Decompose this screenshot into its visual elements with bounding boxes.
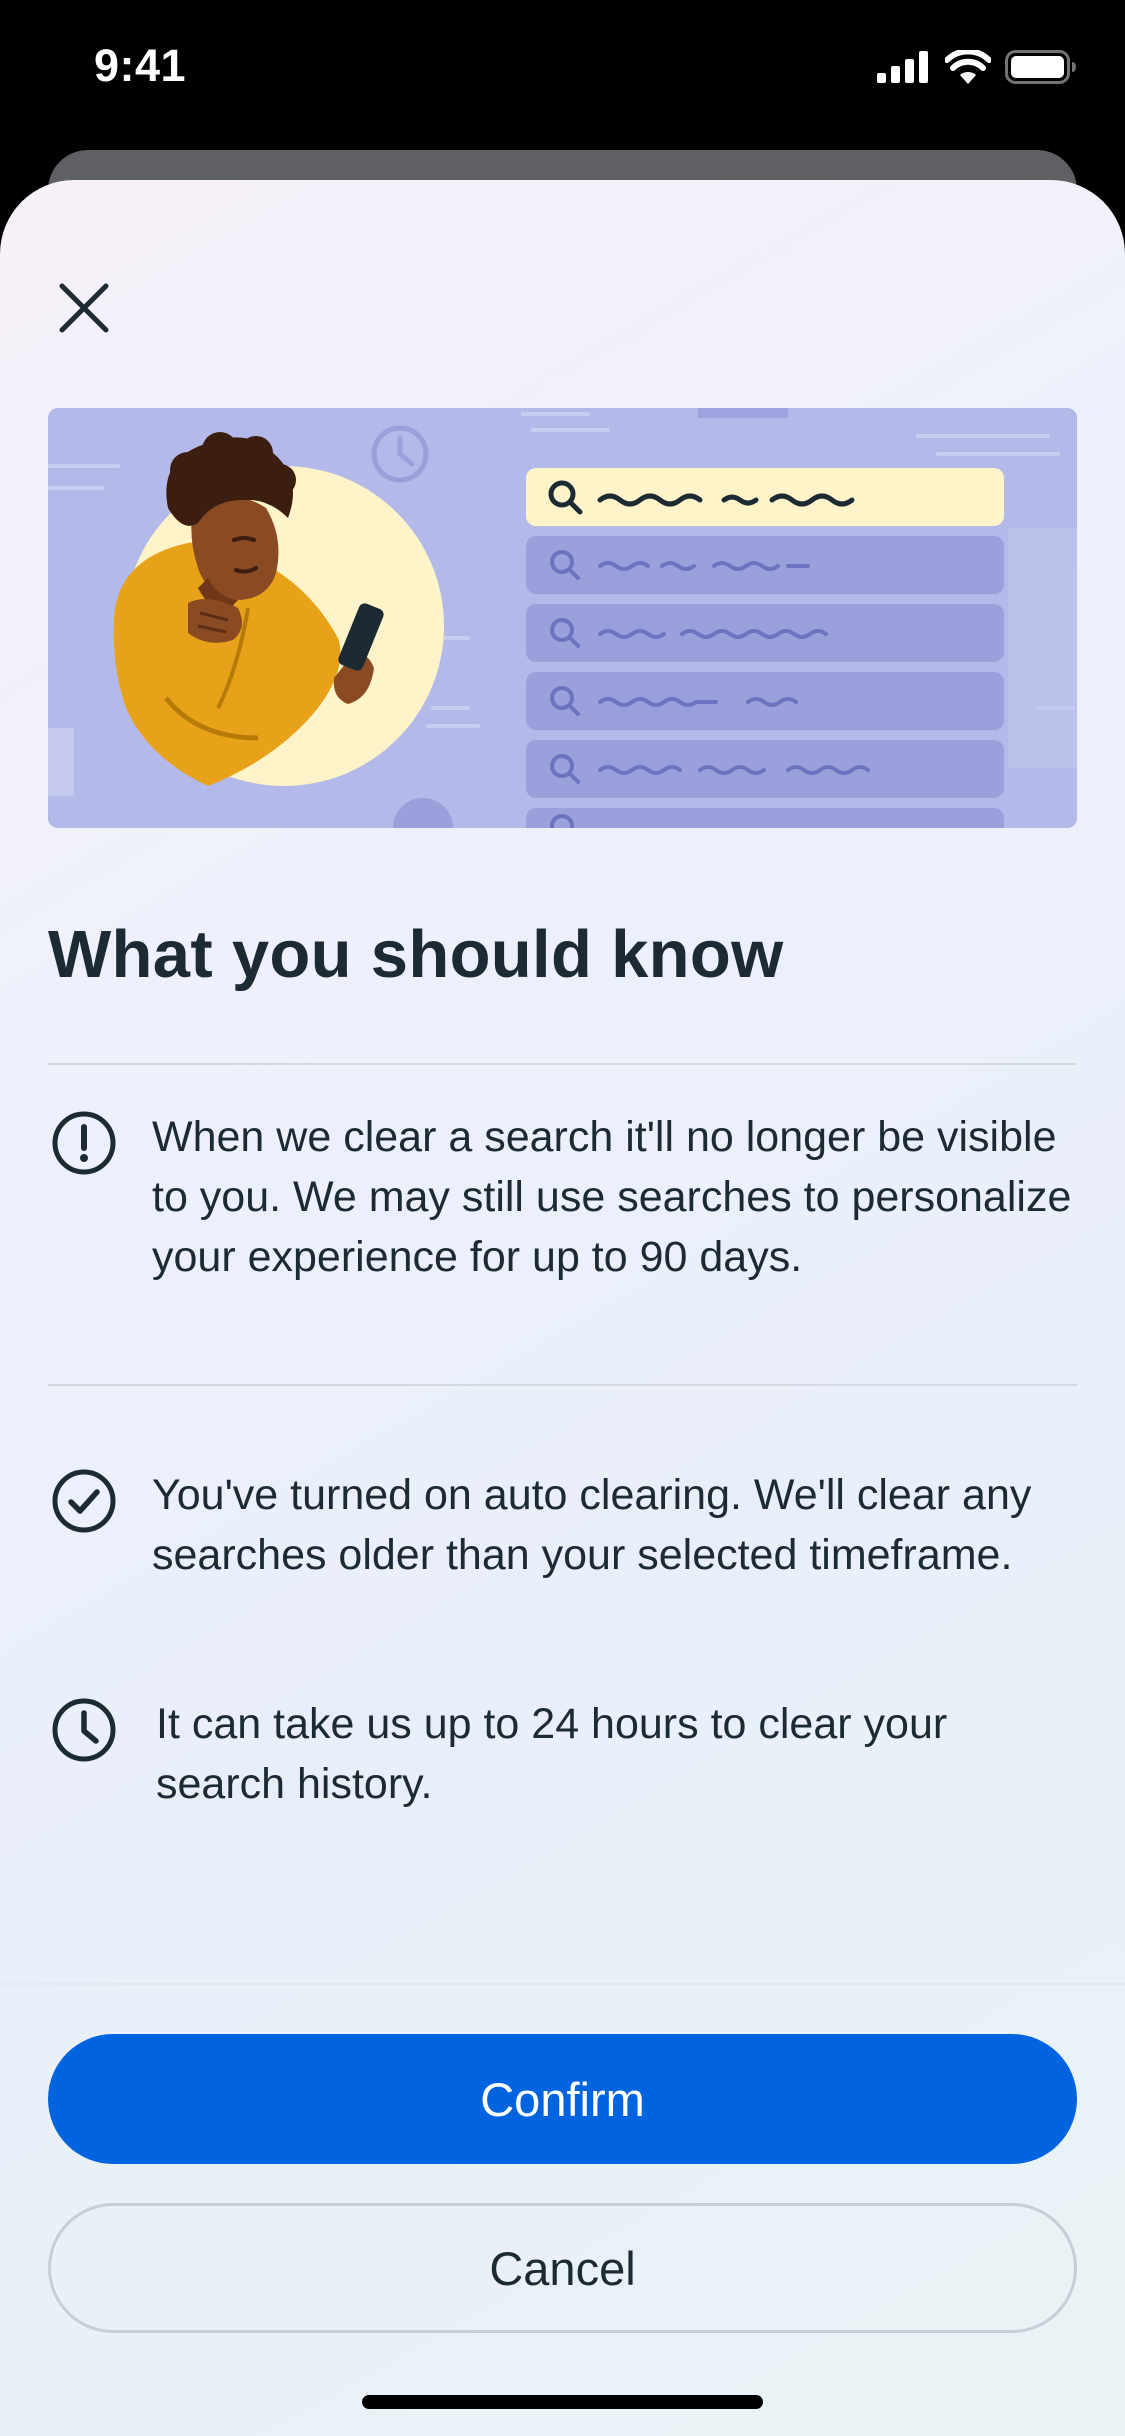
search-history-illustration — [48, 408, 1077, 828]
check-circle-icon — [48, 1465, 120, 1537]
battery-icon — [1005, 50, 1076, 84]
confirm-button[interactable]: Confirm — [48, 2034, 1077, 2164]
alert-circle-icon — [48, 1107, 120, 1179]
info-item-timing: It can take us up to 24 hours to clear y… — [48, 1694, 1077, 1814]
clock-icon — [48, 1694, 120, 1766]
cancel-button[interactable]: Cancel — [48, 2203, 1077, 2333]
home-indicator — [362, 2395, 763, 2409]
info-sheet: What you should know When we clear a sea… — [0, 180, 1125, 2436]
footer-divider — [0, 1983, 1125, 1985]
divider — [48, 1063, 1077, 1065]
wifi-icon — [945, 50, 991, 84]
cellular-signal-icon — [877, 51, 928, 83]
close-button[interactable] — [48, 272, 120, 344]
sheet-title: What you should know — [48, 917, 784, 992]
info-item-text: You've turned on auto clearing. We'll cl… — [152, 1471, 1032, 1579]
info-item-auto-clearing: You've turned on auto clearing. We'll cl… — [48, 1465, 1077, 1645]
status-bar: 9:41 — [0, 0, 1125, 140]
info-item-text: When we clear a search it'll no longer b… — [152, 1113, 1072, 1281]
info-item-text: It can take us up to 24 hours to clear y… — [156, 1700, 948, 1808]
person-searching-illustration — [48, 408, 1077, 828]
status-time: 9:41 — [94, 40, 187, 91]
divider — [48, 1384, 1077, 1386]
info-item-data-use: When we clear a search it'll no longer b… — [48, 1107, 1077, 1347]
status-icons — [877, 50, 1077, 84]
close-icon — [59, 283, 109, 333]
